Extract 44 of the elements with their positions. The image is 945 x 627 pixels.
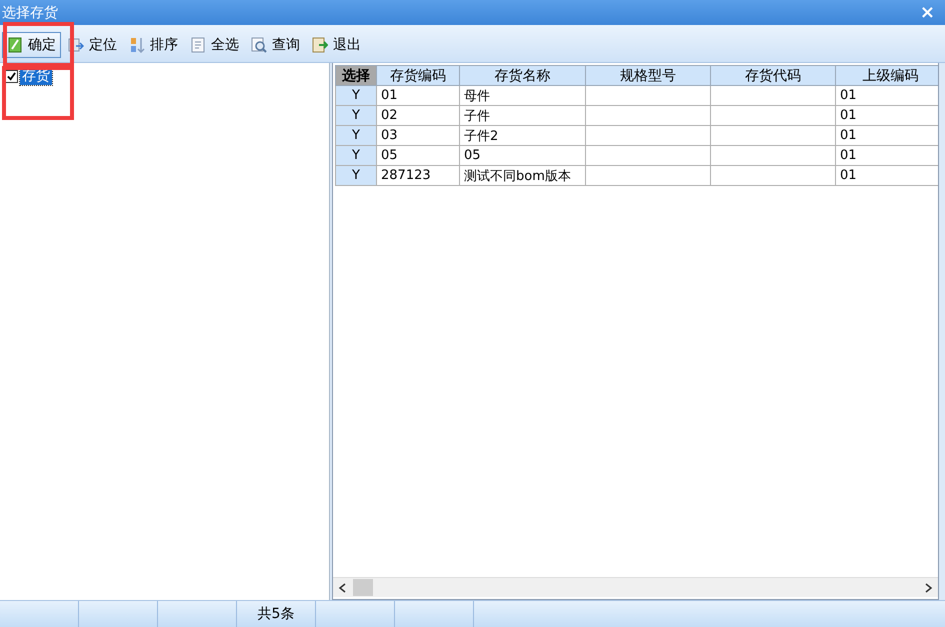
table-cell: Y [352, 108, 360, 123]
toolbar-button[interactable]: 查询 [246, 32, 305, 58]
column-header[interactable]: 规格型号 [586, 66, 710, 86]
column-header[interactable]: 选择 [336, 66, 376, 86]
check-icon [7, 36, 23, 52]
toolbar-button[interactable]: 确定 [2, 32, 61, 58]
table-cell: 01 [840, 148, 857, 163]
record-count: 共5条 [258, 605, 294, 623]
table-cell: 母件 [464, 88, 490, 104]
scrollbar-thumb[interactable] [353, 579, 373, 596]
magnifier-icon [251, 36, 267, 52]
table-cell: 03 [381, 128, 398, 143]
table-cell: 01 [840, 128, 857, 143]
toolbar-button[interactable]: 定位 [63, 32, 122, 58]
toolbar-button[interactable]: 排序 [124, 32, 183, 58]
highlight-frame [3, 22, 74, 67]
table-cell: 05 [381, 148, 398, 163]
arrow-icon [68, 36, 84, 52]
column-header[interactable]: 存货代码 [710, 66, 836, 86]
table-cell: Y [352, 128, 360, 143]
table-cell: 子件 [464, 108, 490, 124]
table-cell: 05 [464, 148, 481, 163]
document-icon [190, 36, 206, 52]
table-cell: 01 [840, 88, 857, 103]
column-header[interactable]: 存货编码 [376, 66, 460, 86]
sort-icon [129, 36, 145, 52]
horizontal-scrollbar[interactable] [333, 577, 938, 597]
column-header[interactable]: 存货名称 [460, 66, 586, 86]
door-exit-icon [312, 36, 328, 52]
table-cell: 01 [840, 108, 857, 123]
table-cell: 01 [840, 168, 857, 183]
toolbar-button[interactable]: 退出 [307, 32, 366, 58]
window-title: 选择存货 [2, 4, 58, 22]
highlight-frame [2, 66, 74, 120]
table-cell: 02 [381, 108, 398, 123]
toolbar-button[interactable]: 全选 [185, 32, 244, 58]
table-cell: Y [352, 88, 360, 103]
table-cell: 01 [381, 88, 398, 103]
table-cell: 子件2 [464, 128, 498, 144]
table-cell: 287123 [381, 168, 431, 183]
table-cell: 测试不同bom版本 [464, 168, 571, 184]
column-header[interactable]: 上级编码 [836, 66, 938, 86]
table-cell: Y [352, 168, 360, 183]
table-cell: Y [352, 148, 360, 163]
